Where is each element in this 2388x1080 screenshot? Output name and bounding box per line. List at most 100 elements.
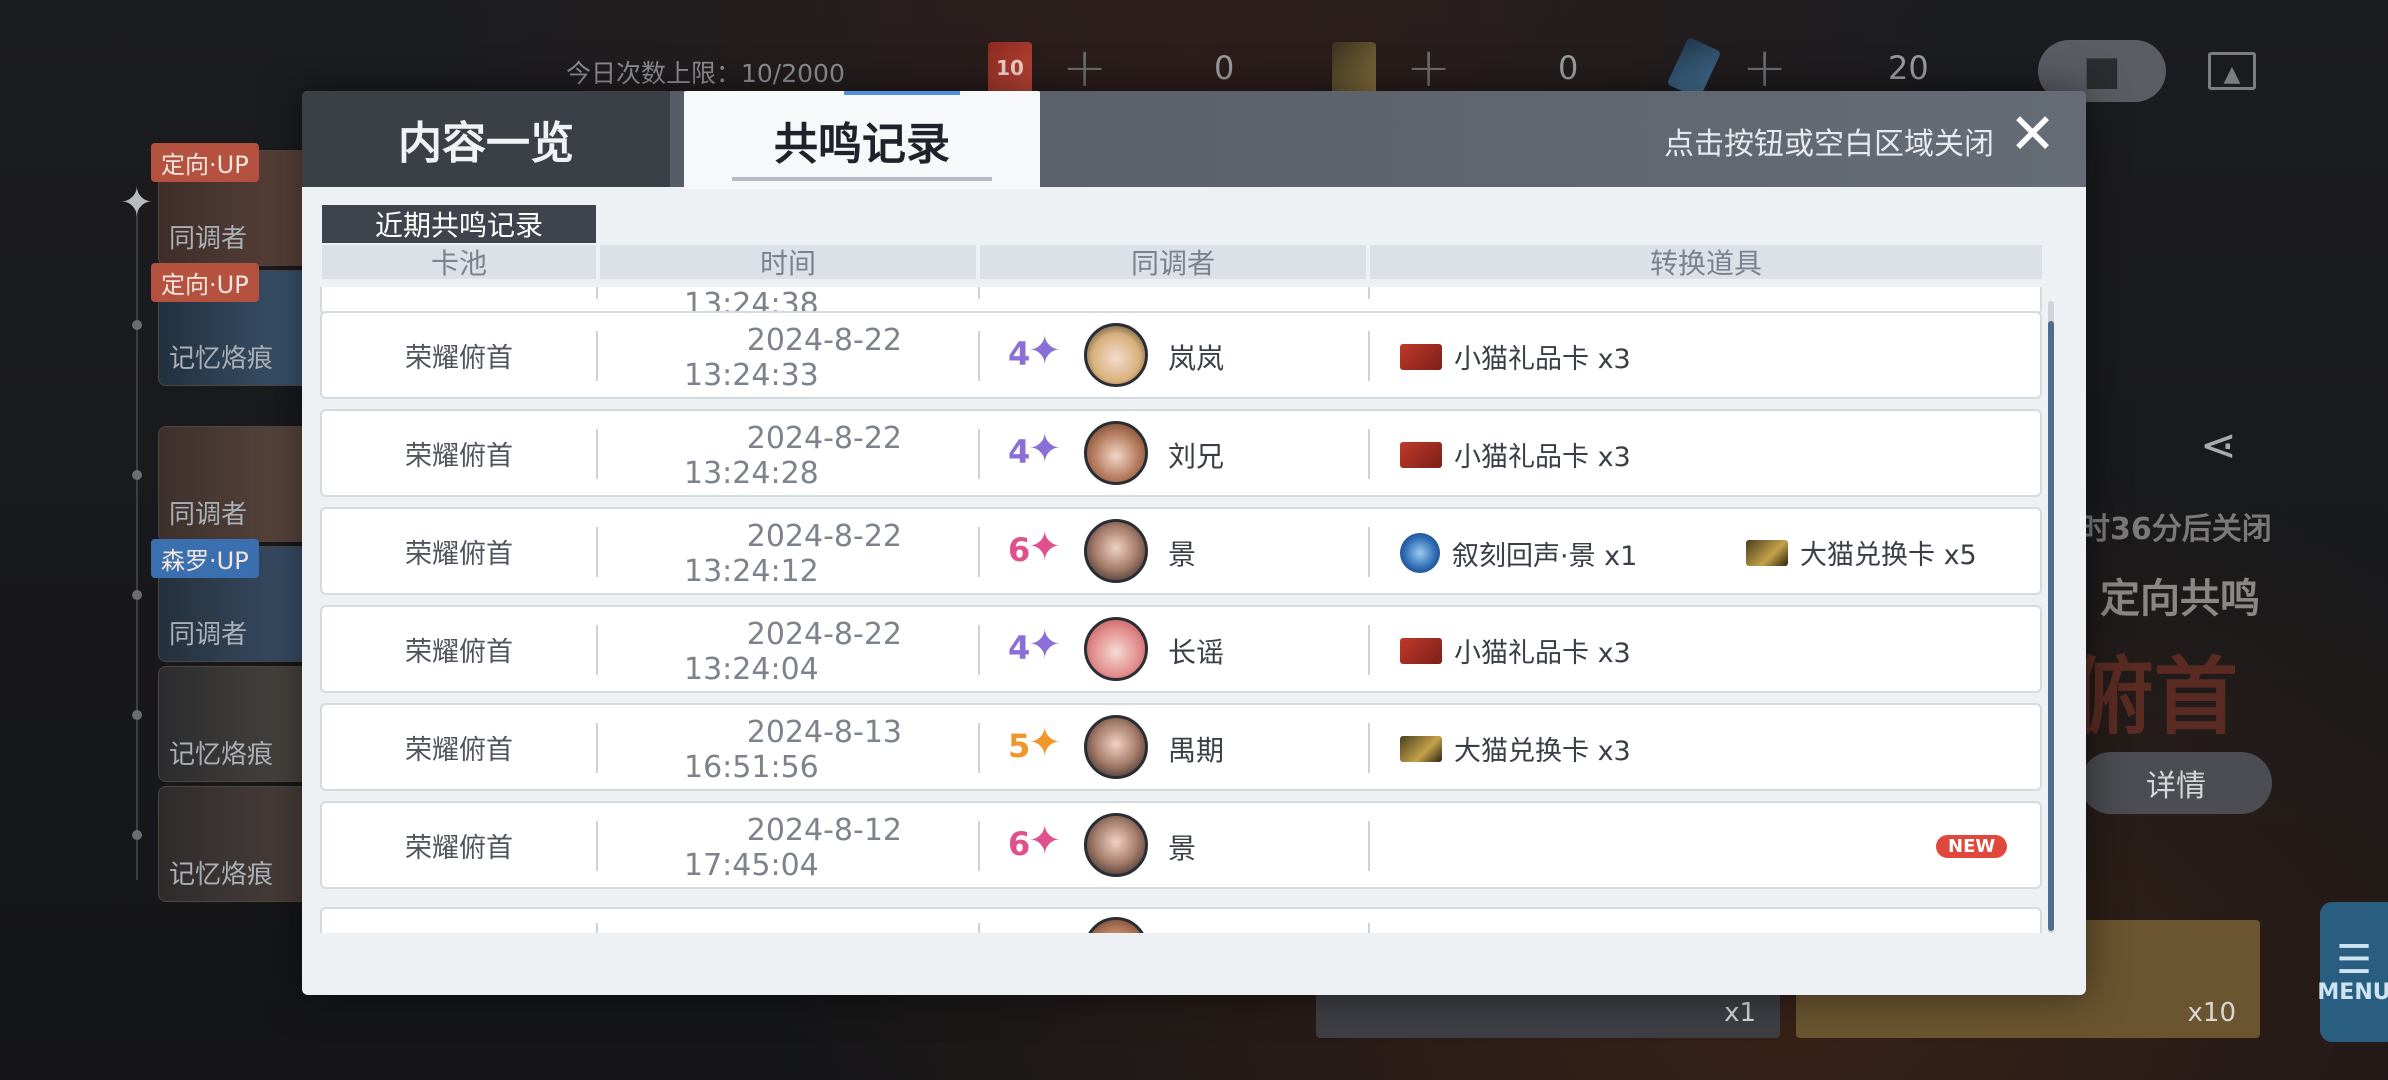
timeline-dot xyxy=(132,320,142,330)
tab-active-marker xyxy=(844,91,960,95)
menu-button[interactable]: ☰ MENU xyxy=(2317,902,2388,1042)
column-divider xyxy=(596,821,598,871)
column-header-time: 时间 xyxy=(600,245,976,280)
record-date: 2024-8-22 xyxy=(746,519,902,554)
item-icon xyxy=(1400,533,1440,573)
side-banner[interactable]: 森罗·UP 同调者 xyxy=(151,539,308,662)
side-banner[interactable]: 定向·UP 记忆烙痕 xyxy=(151,263,308,386)
detail-button[interactable]: 详情 xyxy=(2080,752,2272,814)
banner-tag: 定向·UP xyxy=(151,143,259,182)
record-clock: 13:24:33 xyxy=(684,358,819,393)
column-divider xyxy=(978,821,980,871)
character-avatar xyxy=(1084,421,1148,485)
record-pool: 荣耀俯首 xyxy=(405,538,513,570)
record-clock: 13:24:12 xyxy=(684,554,819,589)
item-label: 大猫兑换卡 x5 xyxy=(1800,540,1977,571)
record-pool: 荣耀俯首 xyxy=(405,440,513,472)
timeline-dot xyxy=(132,470,142,480)
column-divider xyxy=(1368,527,1370,577)
modal-header: 内容一览 共鸣记录 点击按钮或空白区域关闭 ✕ xyxy=(302,91,2086,189)
card-gold-amount: 0 xyxy=(1558,49,1579,87)
daily-limit-text: 今日次数上限：10/2000 xyxy=(566,59,845,88)
column-divider xyxy=(978,331,980,381)
add-ticket-red-button[interactable]: + xyxy=(1062,41,1107,95)
column-divider xyxy=(1368,625,1370,675)
item-icon xyxy=(1400,343,1442,370)
banner-countdown: 时36分后关闭 xyxy=(2080,512,2272,547)
tab-records[interactable]: 共鸣记录 xyxy=(684,91,1040,189)
menu-label: MENU xyxy=(2317,979,2388,1005)
currency-crystal-blue: + 20 xyxy=(1666,36,1929,100)
record-date: 2024-8-22 xyxy=(746,323,902,358)
share-icon[interactable]: ⋖ xyxy=(2200,420,2237,471)
record-time: 2024-8-13 16:51:56 xyxy=(602,715,902,785)
banner-caption: 同调者 xyxy=(169,620,248,650)
table-row: 荣耀俯首 2024-8-22 13:24:12 6 ✦ 景 叙刻回声·景 x1 大猫兑换卡 x… xyxy=(320,507,2042,595)
converted-item: 大猫兑换卡 x5 xyxy=(1746,533,1977,572)
record-clock: 13:24:04 xyxy=(684,652,819,687)
column-divider xyxy=(978,923,980,933)
character-avatar xyxy=(1084,617,1148,681)
record-clock: 17:45:04 xyxy=(684,848,819,883)
column-divider xyxy=(978,723,980,773)
close-icon[interactable]: ✕ xyxy=(2009,107,2056,163)
column-divider xyxy=(596,429,598,479)
records-list[interactable]: 13:24:38 荣耀俯首 2024-8-22 13:24:33 4 ✦ 岚岚 小猫礼品卡 … xyxy=(320,287,2050,933)
record-time: 2024-8-22 13:24:28 xyxy=(602,421,902,491)
column-divider xyxy=(978,527,980,577)
add-crystal-button[interactable]: + xyxy=(1742,41,1787,95)
banner-name: 俯首 xyxy=(2070,648,2239,746)
rarity-star-icon: ✦ xyxy=(1028,426,1062,472)
column-header-items: 转换道具 xyxy=(1370,245,2042,280)
image-button[interactable]: ▲ xyxy=(2208,52,2256,90)
item-label: 小猫礼品卡 x3 xyxy=(1454,442,1631,473)
rarity-star-icon: ✦ xyxy=(1028,524,1062,570)
converted-item: 叙刻回声·景 x1 xyxy=(1400,533,1637,573)
banner-tag: 森罗·UP xyxy=(151,539,259,578)
rarity-star-icon: ✦ xyxy=(1028,328,1062,374)
character-avatar xyxy=(1084,917,1148,933)
column-divider xyxy=(596,923,598,933)
character-name: 禺期 xyxy=(1168,734,1225,767)
record-date: 2024-8-13 xyxy=(746,715,902,750)
character-avatar xyxy=(1084,323,1148,387)
converted-item: 小猫礼品卡 x3 xyxy=(1400,337,1631,376)
converted-item: 小猫礼品卡 x3 xyxy=(1400,435,1631,474)
new-badge: NEW xyxy=(1936,835,2008,858)
banner-caption: 记忆烙痕 xyxy=(169,344,274,374)
character-avatar xyxy=(1084,715,1148,779)
character-name: 长谣 xyxy=(1168,636,1225,669)
item-label: 叙刻回声·景 x1 xyxy=(1452,540,1638,572)
item-icon xyxy=(1400,441,1442,468)
column-divider xyxy=(596,723,598,773)
table-row: 荣耀俯首 2024-8-22 13:24:04 4 ✦ 长谣 小猫礼品卡 x3 xyxy=(320,605,2042,693)
side-banner[interactable]: 同调者 xyxy=(158,426,308,542)
scrollbar-thumb[interactable] xyxy=(2048,321,2054,931)
converted-item: 大猫兑换卡 x3 xyxy=(1400,729,1631,768)
side-banner[interactable]: 记忆烙痕 xyxy=(158,666,308,782)
image-icon: ▲ xyxy=(2223,62,2241,87)
table-row xyxy=(320,907,2042,933)
ticket-red-amount: 0 xyxy=(1214,49,1235,87)
banner-type-label: 定向共鸣 xyxy=(2100,576,2260,622)
rarity-number: 6 xyxy=(1008,531,1031,569)
tab-overview[interactable]: 内容一览 xyxy=(302,91,670,187)
close-hint-text: 点击按钮或空白区域关闭 xyxy=(1664,127,1994,162)
pull-ten-count: x10 xyxy=(2187,998,2236,1028)
banner-caption: 记忆烙痕 xyxy=(169,740,274,770)
section-title: 近期共鸣记录 xyxy=(322,205,596,243)
record-clock: 13:24:28 xyxy=(684,456,819,491)
side-banner[interactable]: 记忆烙痕 xyxy=(158,786,308,902)
add-card-gold-button[interactable]: + xyxy=(1406,41,1451,95)
crystal-amount: 20 xyxy=(1888,49,1929,87)
record-pool: 荣耀俯首 xyxy=(405,342,513,374)
record-time: 2024-8-22 13:24:04 xyxy=(602,617,902,687)
record-date: 2024-8-22 xyxy=(746,617,902,652)
character-name: 景 xyxy=(1168,538,1197,571)
column-divider xyxy=(596,527,598,577)
character-name: 刘兄 xyxy=(1168,440,1225,473)
side-banner[interactable]: 定向·UP 同调者 xyxy=(151,143,308,266)
record-date: 2024-8-12 xyxy=(746,813,902,848)
column-divider xyxy=(978,429,980,479)
record-time: 2024-8-22 13:24:12 xyxy=(602,519,902,589)
